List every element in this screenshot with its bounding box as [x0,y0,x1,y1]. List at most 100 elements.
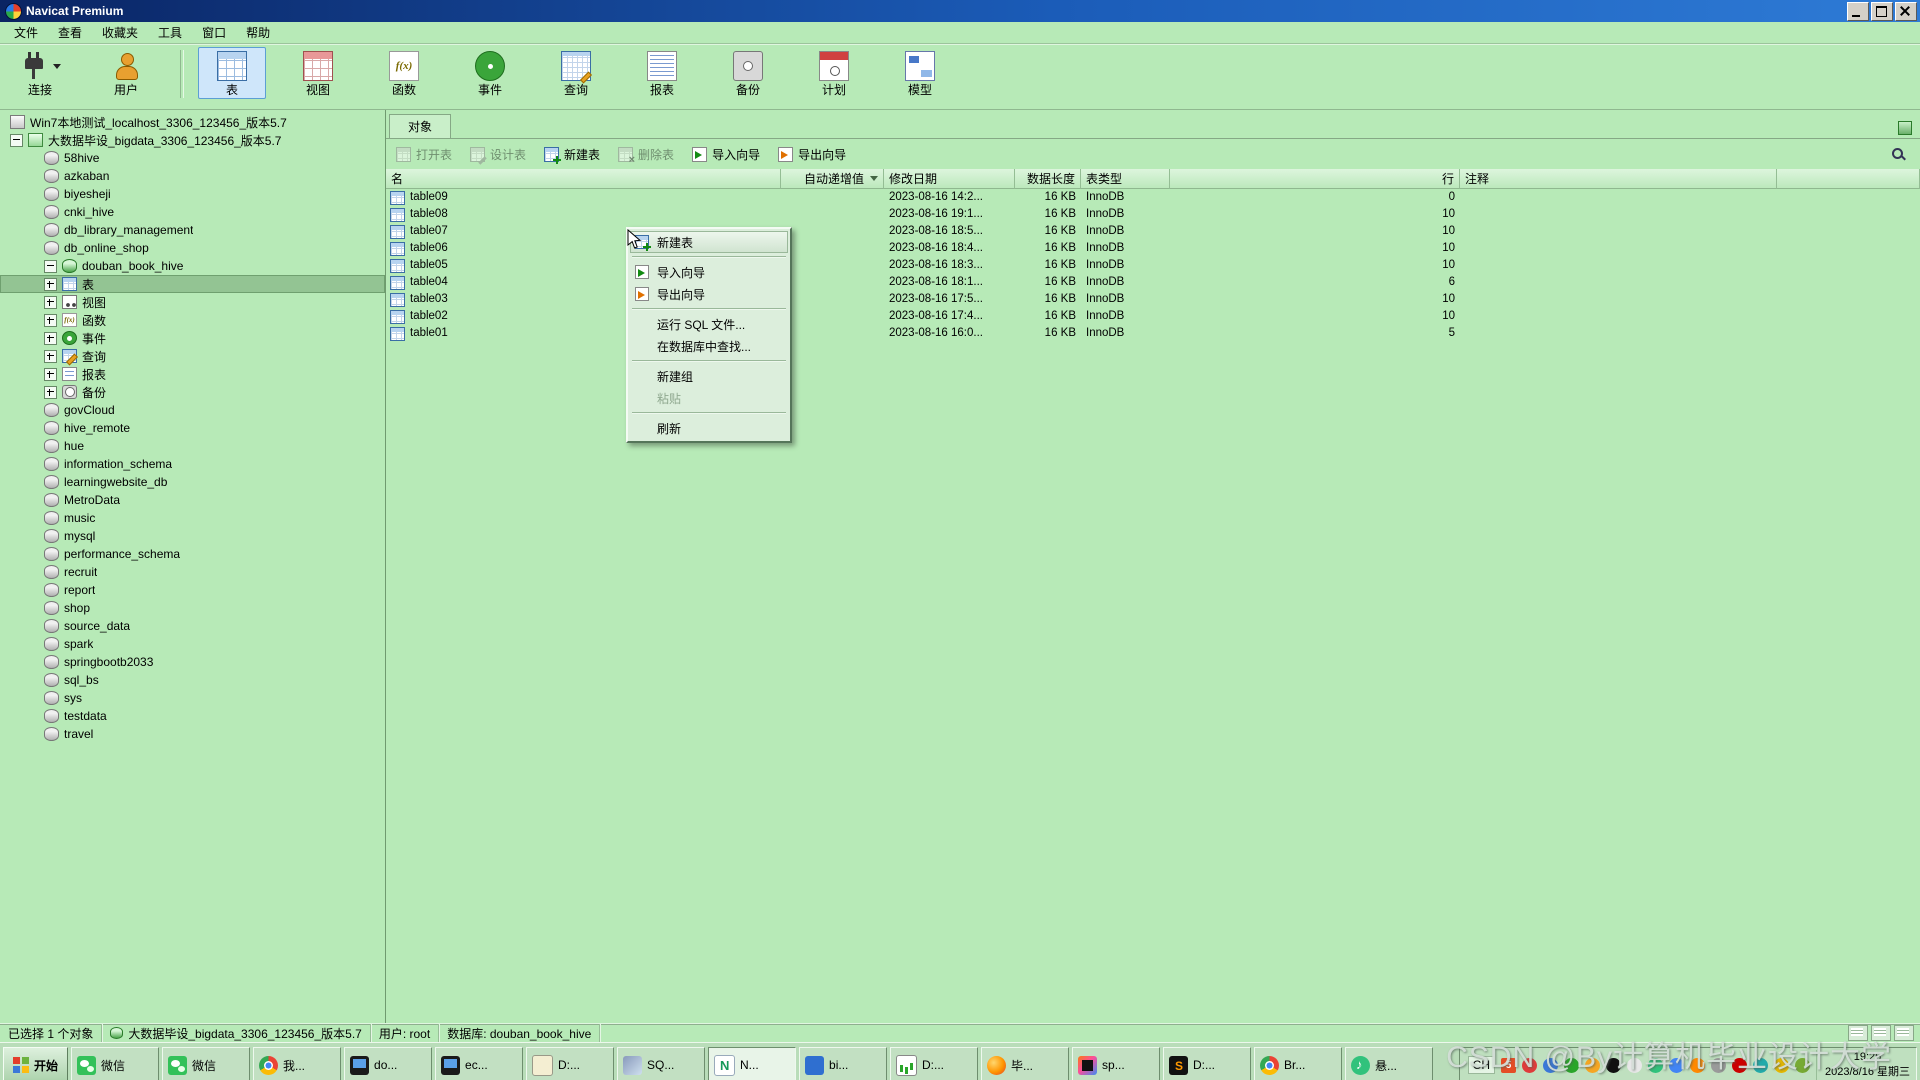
column-header[interactable]: 数据长度 [1015,169,1081,189]
info-pane-toggle-icon[interactable] [1898,121,1912,135]
tree-item[interactable]: report [0,581,385,599]
tab-objects[interactable]: 对象 [389,114,451,138]
menu-item[interactable]: 查看 [48,22,92,43]
toolbar-button-user[interactable]: 用户 [92,47,160,99]
expander-plus-icon[interactable] [44,296,57,309]
tree-item[interactable]: 表 [0,275,385,293]
objbar-button-new-table[interactable]: 新建表 [544,146,600,163]
tree-item[interactable]: hue [0,437,385,455]
menu-item[interactable]: 文件 [4,22,48,43]
toolbar-button-report[interactable]: 报表 [628,47,696,99]
column-header[interactable]: 修改日期 [884,169,1015,189]
tree-item[interactable]: music [0,509,385,527]
column-header[interactable]: 名 [386,169,781,189]
tree-item[interactable]: spark [0,635,385,653]
toolbar-button-table[interactable]: 表 [198,47,266,99]
tree-item[interactable]: 视图 [0,293,385,311]
tree-item[interactable]: biyesheji [0,185,385,203]
tree-item[interactable]: azkaban [0,167,385,185]
tree-item[interactable]: douban_book_hive [0,257,385,275]
tree-item[interactable]: 大数据毕设_bigdata_3306_123456_版本5.7 [0,131,385,149]
tree-item[interactable]: MetroData [0,491,385,509]
taskbar-app-intellij[interactable]: sp... [1072,1047,1160,1080]
toolbar-button-query[interactable]: 查询 [542,47,610,99]
tree-item[interactable]: testdata [0,707,385,725]
expander-plus-icon[interactable] [44,278,57,291]
tree-item[interactable]: shop [0,599,385,617]
column-header[interactable]: 表类型 [1081,169,1170,189]
tree-item[interactable]: mysql [0,527,385,545]
toolbar-button-backup[interactable]: 备份 [714,47,782,99]
expander-plus-icon[interactable] [44,386,57,399]
taskbar-app-pc[interactable]: do... [344,1047,432,1080]
close-button[interactable] [1895,2,1917,21]
tree-item[interactable]: db_library_management [0,221,385,239]
expander-plus-icon[interactable] [44,332,57,345]
taskbar-app-notepad[interactable]: D:... [526,1047,614,1080]
context-menu-item[interactable]: 粘贴 [630,387,788,409]
taskbar-app-chrome[interactable]: Br... [1254,1047,1342,1080]
tree-item[interactable]: hive_remote [0,419,385,437]
taskbar-app-bluedoc[interactable]: bi... [799,1047,887,1080]
menu-item[interactable]: 收藏夹 [92,22,148,43]
tree-item[interactable]: 事件 [0,329,385,347]
context-menu-item[interactable]: 导出向导 [630,283,788,305]
tree-item[interactable]: cnki_hive [0,203,385,221]
context-menu-item[interactable]: 新建组 [630,365,788,387]
taskbar-app-pc[interactable]: ec... [435,1047,523,1080]
context-menu-item[interactable]: 运行 SQL 文件... [630,313,788,335]
dropdown-arrow-icon[interactable] [53,64,61,73]
toolbar-button-model[interactable]: 模型 [886,47,954,99]
tree-item[interactable]: sys [0,689,385,707]
column-header[interactable]: 注释 [1460,169,1777,189]
search-icon[interactable] [1890,146,1906,162]
table-row[interactable]: table032023-08-16 17:5...16 KBInnoDB10 [386,291,1920,308]
tree-item[interactable]: 备份 [0,383,385,401]
table-row[interactable]: table022023-08-16 17:4...16 KBInnoDB10 [386,308,1920,325]
table-row[interactable]: table052023-08-16 18:3...16 KBInnoDB10 [386,257,1920,274]
toolbar-button-view[interactable]: 视图 [284,47,352,99]
table-row[interactable]: table062023-08-16 18:4...16 KBInnoDB10 [386,240,1920,257]
start-button[interactable]: 开始 [3,1047,68,1080]
objbar-button-design-table[interactable]: 设计表 [470,146,526,163]
tree-item[interactable]: source_data [0,617,385,635]
table-row[interactable]: table042023-08-16 18:1...16 KBInnoDB6 [386,274,1920,291]
view-mode-er-icon[interactable] [1894,1025,1914,1041]
table-row[interactable]: table092023-08-16 14:2...16 KBInnoDB0 [386,189,1920,206]
maximize-button[interactable] [1871,2,1893,21]
menu-item[interactable]: 工具 [148,22,192,43]
table-row[interactable]: table072023-08-16 18:5...16 KBInnoDB10 [386,223,1920,240]
objbar-button-open-table[interactable]: 打开表 [396,146,452,163]
objbar-button-import[interactable]: 导入向导 [692,146,760,163]
minimize-button[interactable] [1847,2,1869,21]
taskbar-app-wechat[interactable]: 微信 [162,1047,250,1080]
tree-item[interactable]: db_online_shop [0,239,385,257]
filter-arrow-icon[interactable] [870,176,878,185]
tree-item[interactable]: Win7本地测试_localhost_3306_123456_版本5.7 [0,113,385,131]
table-row[interactable]: table082023-08-16 19:1...16 KBInnoDB10 [386,206,1920,223]
tree-item[interactable]: 58hive [0,149,385,167]
menu-item[interactable]: 帮助 [236,22,280,43]
expander-minus-icon[interactable] [10,134,23,147]
tree-item[interactable]: recruit [0,563,385,581]
taskbar-app-navicat[interactable]: N... [708,1047,796,1080]
taskbar-app-qqmusic[interactable]: 悬... [1345,1047,1433,1080]
column-header[interactable]: 行 [1170,169,1460,189]
taskbar-app-firefox[interactable]: 毕... [981,1047,1069,1080]
column-header[interactable]: 自动递增值 [781,169,884,189]
context-menu-item[interactable]: 导入向导 [630,261,788,283]
expander-plus-icon[interactable] [44,368,57,381]
tree-item[interactable]: performance_schema [0,545,385,563]
tree-item[interactable]: 查询 [0,347,385,365]
tree-item[interactable]: travel [0,725,385,743]
tree-item[interactable]: 报表 [0,365,385,383]
taskbar-app-chrome[interactable]: 我... [253,1047,341,1080]
taskbar-app-sblack[interactable]: D:... [1163,1047,1251,1080]
objbar-button-export[interactable]: 导出向导 [778,146,846,163]
toolbar-button-event[interactable]: 事件 [456,47,524,99]
objbar-button-delete-table[interactable]: 删除表 [618,146,674,163]
context-menu-item[interactable]: 新建表 [630,231,788,253]
toolbar-button-function[interactable]: 函数 [370,47,438,99]
table-row[interactable]: table012023-08-16 16:0...16 KBInnoDB5 [386,325,1920,342]
taskbar-app-wechat[interactable]: 微信 [71,1047,159,1080]
